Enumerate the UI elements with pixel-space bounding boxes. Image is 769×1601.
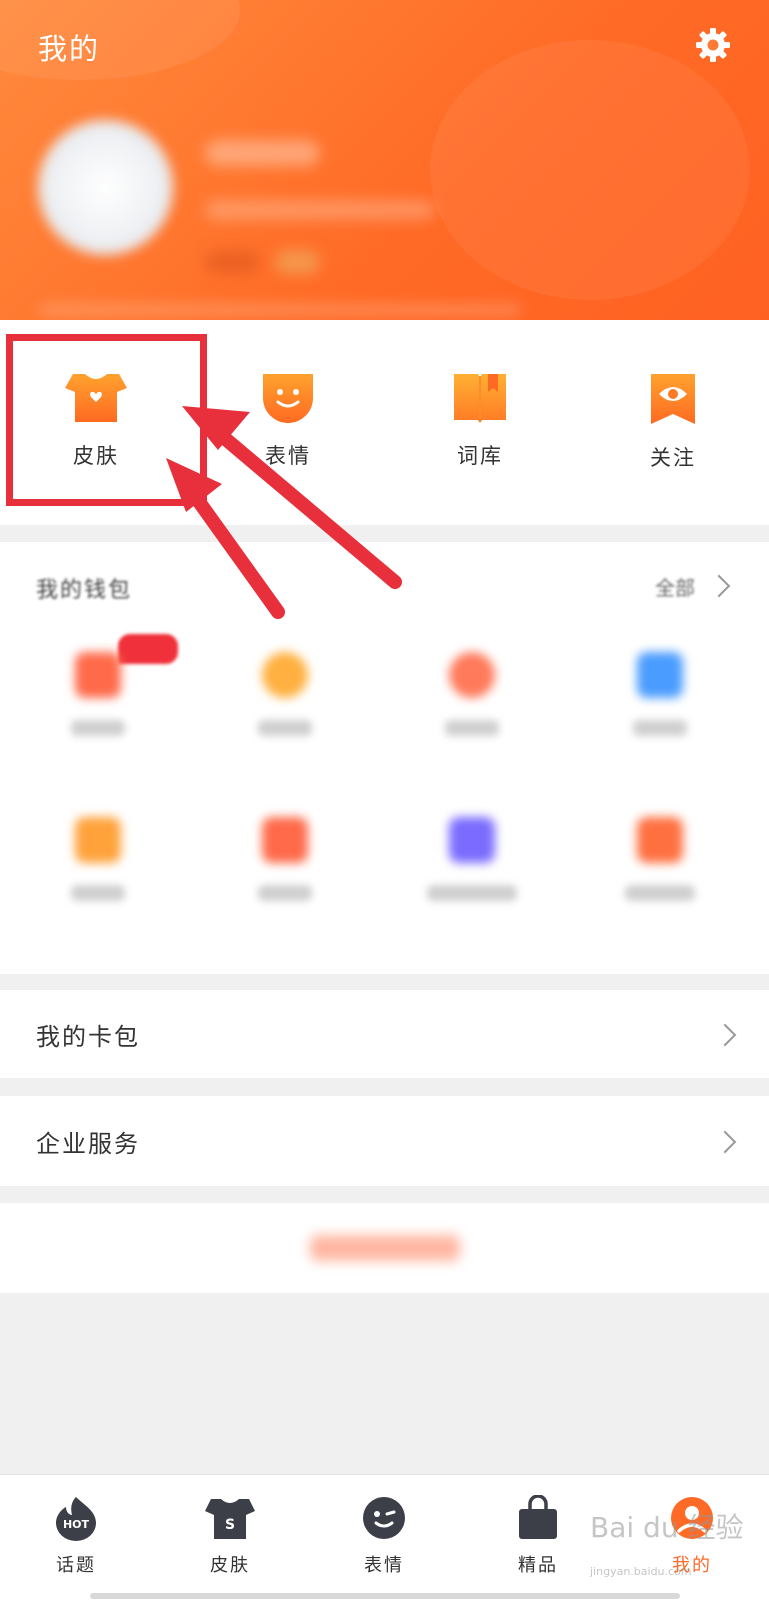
profile-header: 我的 [0,0,769,320]
header-decoration [0,0,240,80]
tab-featured[interactable]: 精品 [488,1495,588,1577]
svg-text:S: S [225,1517,235,1533]
wallet-item-icon [449,652,495,698]
quick-emoji-label: 表情 [265,444,311,468]
svg-text:HOT: HOT [63,1518,90,1531]
wallet-item[interactable] [600,817,720,901]
tab-emoji-label: 表情 [364,1555,404,1576]
wallet-item[interactable] [412,817,532,901]
header-decoration [430,40,750,300]
quick-lexicon-label: 词库 [457,444,503,468]
tab-emoji[interactable]: 表情 [334,1495,434,1577]
wallet-item-label-redacted [71,885,125,901]
wallet-item-icon [637,652,683,698]
watermark: Bai du 经验 [590,1511,744,1544]
annotation-highlight-box [6,334,207,506]
wallet-item[interactable] [225,652,345,736]
wallet-item-icon [262,817,308,863]
page-title: 我的 [38,32,101,66]
quick-follow-label: 关注 [650,446,696,470]
wallet-item[interactable] [38,652,158,736]
wallet-item-icon [449,817,495,863]
gear-icon[interactable] [694,26,732,64]
smiley-icon [263,374,313,423]
wallet-item[interactable] [225,817,345,901]
quick-emoji[interactable]: 表情 [228,372,348,470]
wallet-item[interactable] [412,652,532,736]
wallet-all-link[interactable]: 全部 [655,572,695,601]
wallet-item-label-redacted [633,720,687,736]
vip-badge-redacted [275,250,320,274]
hot-icon: HOT [56,1497,96,1541]
wallet-item-label-redacted [427,885,517,901]
tab-topics-label: 话题 [56,1555,96,1576]
signature-redacted [205,200,435,220]
wallet-item-icon [75,652,121,698]
chevron-right-icon [713,1023,737,1047]
wallet-item-icon [637,817,683,863]
wallet-section: 我的钱包 全部 [0,542,769,974]
eye-icon [651,374,695,424]
watermark-url: jingyan.baidu.com [590,1565,692,1578]
wallet-item[interactable] [38,817,158,901]
tab-skin[interactable]: S 皮肤 [180,1495,280,1577]
logout-label-redacted [310,1235,460,1261]
enterprise-row[interactable]: 企业服务 [0,1096,769,1186]
tshirt-icon: S [205,1499,255,1539]
wallet-item-label-redacted [258,720,312,736]
emoji-icon [363,1497,405,1539]
card-pack-row[interactable]: 我的卡包 [0,990,769,1078]
wallet-title: 我的钱包 [36,578,133,603]
username-redacted [205,140,320,166]
home-indicator [90,1593,680,1599]
avatar[interactable] [38,120,173,255]
level-badge-redacted [205,250,260,274]
book-icon [454,374,506,423]
tab-featured-label: 精品 [518,1555,558,1576]
chevron-right-icon [713,1130,737,1154]
wallet-item-label-redacted [258,885,312,901]
wallet-item[interactable] [600,652,720,736]
wallet-item-label-redacted [71,720,125,736]
chevron-right-icon [707,574,731,598]
wallet-all-label: 全部 [655,576,695,600]
enterprise-label: 企业服务 [36,1130,140,1158]
wallet-item-icon [75,817,121,863]
header-bottom-redacted [40,305,520,315]
shopping-bag-icon [519,1495,557,1539]
wallet-item-label-redacted [445,720,499,736]
logout-button[interactable] [0,1203,769,1293]
wallet-item-label-redacted [625,885,695,901]
quick-follow[interactable]: 关注 [613,372,733,472]
quick-lexicon[interactable]: 词库 [420,372,540,470]
tab-skin-label: 皮肤 [210,1555,250,1576]
wallet-item-icon [262,652,308,698]
card-pack-label: 我的卡包 [36,1023,140,1051]
tab-topics[interactable]: HOT 话题 [26,1495,126,1577]
